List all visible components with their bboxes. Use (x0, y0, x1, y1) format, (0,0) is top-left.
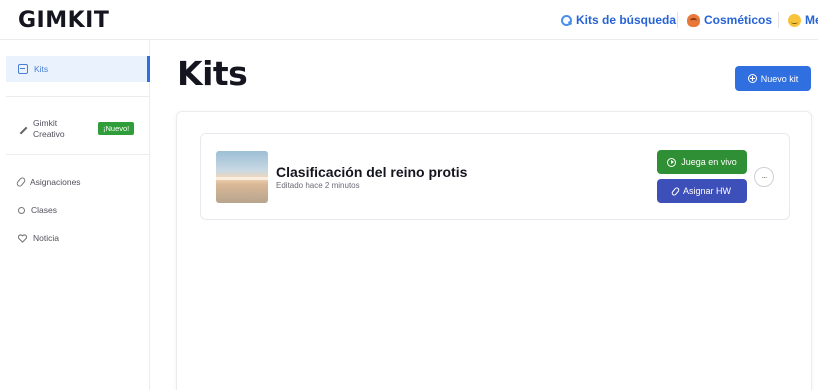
assign-hw-label: Asignar HW (682, 186, 731, 196)
nav-search-kits[interactable]: Kits de búsqueda (560, 13, 676, 27)
search-icon (560, 14, 572, 26)
wrench-icon (17, 124, 28, 134)
sidebar-divider (6, 96, 150, 97)
play-icon (667, 157, 677, 167)
sidebar-item-label: Noticia (33, 233, 59, 243)
nav-search-label: Kits de búsqueda (576, 13, 677, 27)
play-live-button[interactable]: Juega en vivo (657, 150, 747, 174)
new-badge: ¡Nuevo! (98, 122, 135, 135)
nav-me[interactable]: Me (788, 13, 818, 27)
sidebar-divider (6, 154, 150, 155)
assign-hw-button[interactable]: Asignar HW (657, 179, 747, 203)
kit-edited-time: Editado hace 2 minutos (276, 181, 360, 190)
smiley-icon (788, 13, 801, 27)
kits-icon (18, 64, 28, 74)
kit-thumbnail[interactable] (216, 151, 268, 203)
people-icon (18, 206, 25, 214)
nav-divider (778, 12, 779, 28)
sidebar: Kits Gimkit Creativo ¡Nuevo! Asignacione… (0, 40, 150, 390)
nav-cosmetics-label: Cosméticos (704, 13, 773, 27)
sidebar-item-label: Clases (31, 205, 57, 215)
sidebar-item-assignments[interactable]: Asignaciones (6, 174, 150, 190)
nav-divider (677, 12, 678, 28)
play-live-label: Juega en vivo (681, 157, 737, 167)
page-title: Kits (177, 54, 248, 93)
paperclip-icon (670, 185, 681, 197)
sidebar-item-kits[interactable]: Kits (6, 56, 150, 82)
sidebar-item-label: Asignaciones (30, 177, 81, 187)
nav-me-label: Me (805, 13, 818, 27)
new-kit-button[interactable]: Nuevo kit (735, 66, 811, 91)
kit-title[interactable]: Clasificación del reino protis (276, 164, 467, 180)
kit-card[interactable]: Clasificación del reino protis Editado h… (200, 133, 790, 220)
sidebar-item-creative[interactable]: Gimkit Creativo ¡Nuevo! (6, 112, 150, 146)
sidebar-item-news[interactable]: Noticia (6, 230, 150, 246)
paperclip-icon (15, 176, 27, 188)
plus-circle-icon (747, 74, 757, 83)
sidebar-item-label: Kits (34, 64, 49, 74)
cosmetics-icon (687, 13, 700, 27)
sidebar-item-classes[interactable]: Clases (6, 202, 150, 218)
heart-icon (18, 233, 27, 243)
top-header: GIMKIT Kits de búsqueda Cosméticos Me (0, 0, 818, 40)
more-options-button[interactable]: ··· (754, 167, 774, 187)
nav-cosmetics[interactable]: Cosméticos (687, 13, 772, 27)
sidebar-item-label: Gimkit Creativo (33, 118, 65, 139)
new-kit-label: Nuevo kit (760, 73, 799, 84)
gimkit-logo[interactable]: GIMKIT (18, 8, 109, 33)
